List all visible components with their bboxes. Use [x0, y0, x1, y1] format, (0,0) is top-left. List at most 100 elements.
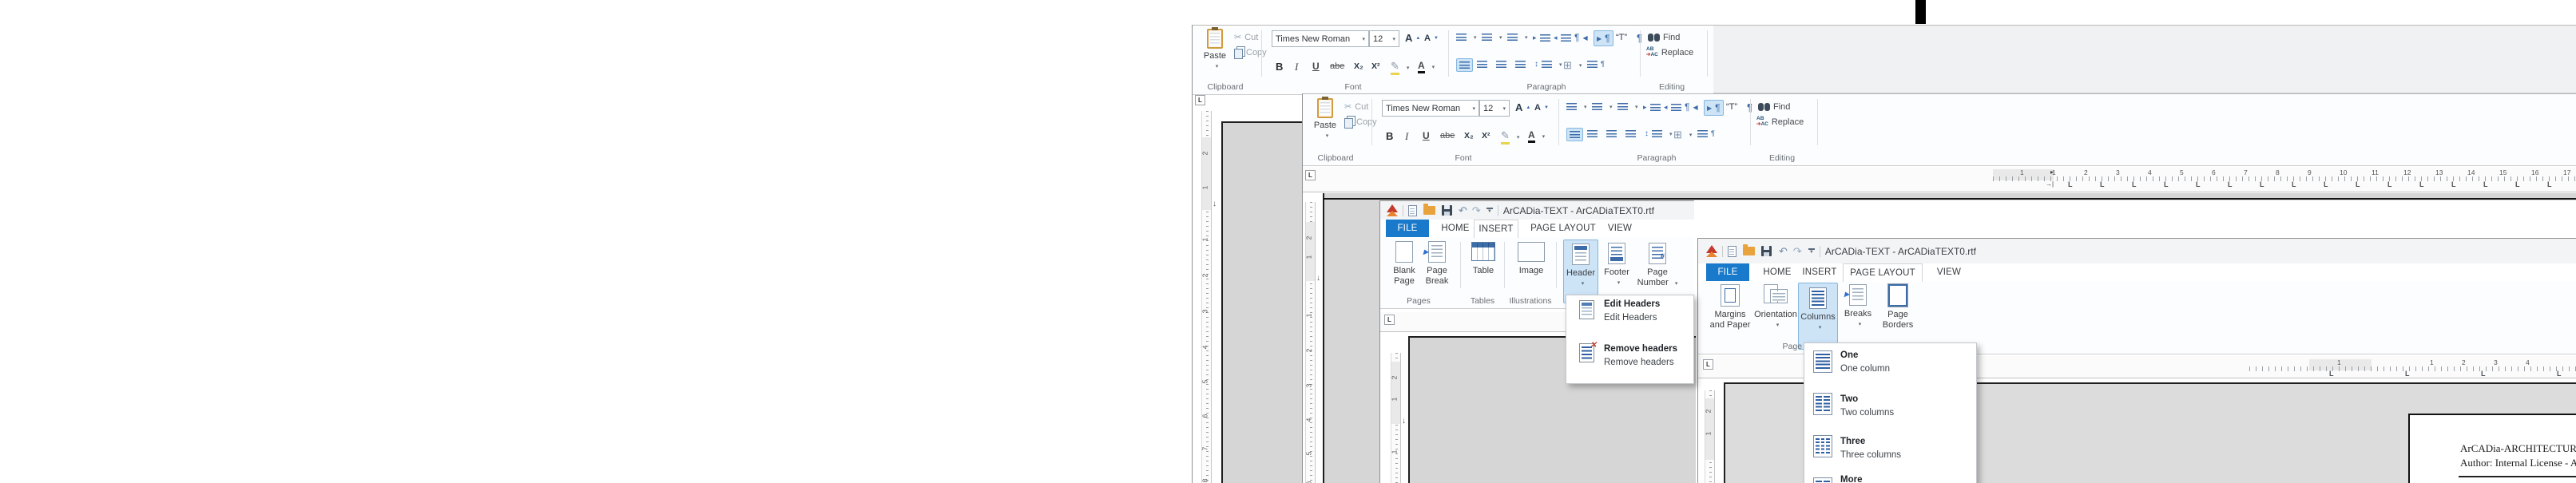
italic-button[interactable]: I: [1295, 61, 1298, 73]
font-color-button[interactable]: A ▾: [1528, 129, 1545, 143]
highlight-pen-button[interactable]: ✎ ▾: [1501, 129, 1519, 145]
replace-button[interactable]: AB➔AC Replace: [1756, 117, 1804, 127]
title-bar[interactable]: ↶ ↷ ▼ ArCADia-TEXT - ArCADiaTEXT0.rtf: [1380, 201, 1694, 220]
page-borders-button[interactable]: Page Borders: [1877, 284, 1919, 331]
vertical-ruler[interactable]: 21123456: [1305, 202, 1316, 483]
paragraph-settings-button[interactable]: ¶: [1587, 60, 1605, 68]
tab-home[interactable]: HOME: [1436, 220, 1475, 237]
document-page[interactable]: ArCADia-ARCHITECTURE Author: Internal Li…: [2408, 414, 2576, 483]
underline-button[interactable]: U: [1423, 130, 1430, 141]
tab-selector-box[interactable]: L: [1195, 95, 1205, 105]
image-button[interactable]: Image: [1511, 242, 1551, 276]
find-button[interactable]: Find: [1648, 33, 1680, 42]
grow-font-button[interactable]: A▲: [1405, 32, 1420, 44]
superscript-button[interactable]: X²: [1482, 131, 1490, 141]
quick-access-dropdown-icon[interactable]: ▼: [1808, 248, 1815, 255]
vertical-ruler[interactable]: 2112345678: [1201, 111, 1212, 483]
indent-marker-icon[interactable]: →|: [2046, 180, 2054, 188]
cut-button[interactable]: ✂ Cut: [1344, 101, 1368, 112]
decrease-indent-button[interactable]: ◂: [1664, 103, 1681, 112]
bullet-list-button[interactable]: ▾: [1456, 34, 1477, 41]
align-center-button[interactable]: [1587, 130, 1598, 137]
blank-page-button[interactable]: Blank Page: [1390, 241, 1419, 287]
justify-button[interactable]: [1515, 61, 1526, 68]
text-quotes-button[interactable]: “T”: [1616, 33, 1627, 42]
strikethrough-button[interactable]: abe: [1440, 131, 1455, 141]
borders-button[interactable]: ⊞▾: [1563, 59, 1582, 72]
font-name-combo[interactable]: Times New Roman ▾: [1382, 100, 1479, 117]
increase-indent-button[interactable]: ▸: [1533, 34, 1550, 42]
redo-icon[interactable]: ↷: [1472, 205, 1481, 216]
save-icon[interactable]: [1761, 246, 1772, 256]
paste-button[interactable]: Paste ▾: [1308, 98, 1343, 160]
menu-item-two-columns[interactable]: Two Two columns: [1804, 386, 1976, 427]
undo-icon[interactable]: ↶: [1779, 246, 1788, 256]
subscript-button[interactable]: X₂: [1354, 61, 1363, 71]
breaks-button[interactable]: ▶ Breaks ▾: [1840, 284, 1875, 330]
columns-button[interactable]: Columns ▾: [1798, 283, 1838, 350]
borders-button[interactable]: ⊞▾: [1673, 129, 1692, 141]
replace-button[interactable]: AB➔AC Replace: [1646, 47, 1693, 57]
underline-button[interactable]: U: [1312, 61, 1320, 72]
tab-selector-box[interactable]: L: [1703, 359, 1713, 370]
font-name-combo[interactable]: Times New Roman ▾: [1272, 30, 1369, 47]
bold-button[interactable]: B: [1386, 130, 1393, 142]
subscript-button[interactable]: X₂: [1464, 131, 1474, 141]
numbered-list-button[interactable]: ▾: [1482, 34, 1502, 41]
shrink-font-button[interactable]: A▼: [1534, 103, 1549, 113]
increase-indent-button[interactable]: ▸: [1643, 103, 1661, 112]
superscript-button[interactable]: X²: [1371, 61, 1380, 71]
table-button[interactable]: Table: [1467, 242, 1500, 276]
tab-file[interactable]: FILE: [1706, 263, 1749, 281]
bullet-list-button[interactable]: ▾: [1566, 103, 1587, 110]
paste-button[interactable]: Paste ▾: [1197, 29, 1232, 89]
italic-button[interactable]: I: [1405, 130, 1408, 143]
vertical-ruler[interactable]: 211: [1391, 353, 1401, 483]
tab-selector-box[interactable]: L: [1384, 315, 1395, 325]
line-spacing-button[interactable]: ↕▾: [1645, 129, 1673, 138]
shrink-font-button[interactable]: A▼: [1424, 34, 1439, 43]
tab-insert[interactable]: INSERT: [1799, 263, 1840, 281]
strikethrough-button[interactable]: abe: [1330, 61, 1344, 71]
highlight-pen-button[interactable]: ✎ ▾: [1391, 60, 1409, 75]
font-size-combo[interactable]: 12 ▾: [1369, 30, 1399, 47]
save-icon[interactable]: [1442, 205, 1452, 216]
align-left-button[interactable]: [1566, 128, 1583, 141]
tab-file[interactable]: FILE: [1386, 220, 1429, 237]
bold-button[interactable]: B: [1276, 61, 1283, 73]
orientation-button[interactable]: Orientation ▾: [1754, 284, 1797, 331]
tab-insert[interactable]: INSERT: [1474, 220, 1518, 238]
rtl-paragraph-button[interactable]: ¶◀: [1574, 32, 1588, 43]
horizontal-ruler[interactable]: L ▸ →| 12345678910111213141516171LLLLLLL…: [1303, 167, 2576, 192]
title-bar[interactable]: ↶ ↷ ▼ ArCADia-TEXT - ArCADiaTEXT0.rtf: [1698, 239, 2576, 263]
page-break-button[interactable]: ▶ Page Break: [1420, 241, 1454, 287]
tab-view[interactable]: VIEW: [1931, 263, 1967, 281]
margins-and-paper-button[interactable]: Margins and Paper: [1708, 284, 1752, 331]
align-right-button[interactable]: [1606, 130, 1617, 137]
multilevel-list-button[interactable]: ▾: [1617, 103, 1638, 110]
paragraph-settings-button[interactable]: ¶: [1697, 129, 1715, 137]
justify-button[interactable]: [1625, 130, 1636, 137]
menu-item-remove-headers[interactable]: ✕ Remove headers Remove headers: [1566, 338, 1693, 382]
decrease-indent-button[interactable]: ◂: [1554, 34, 1571, 42]
menu-item-one-column[interactable]: One One column: [1804, 343, 1976, 385]
menu-item-three-columns[interactable]: Three Three columns: [1804, 428, 1976, 469]
align-left-button[interactable]: [1456, 58, 1473, 72]
align-right-button[interactable]: [1496, 61, 1506, 68]
grow-font-button[interactable]: A▲: [1515, 101, 1530, 113]
cut-button[interactable]: ✂ Cut: [1234, 32, 1258, 42]
font-color-button[interactable]: A ▾: [1418, 60, 1435, 73]
new-document-icon[interactable]: [1728, 246, 1737, 257]
margin-arrow-icon[interactable]: ↓: [1316, 274, 1320, 283]
align-center-button[interactable]: [1477, 61, 1487, 68]
find-button[interactable]: Find: [1758, 102, 1790, 112]
menu-item-more-columns[interactable]: More: [1804, 470, 1976, 483]
undo-icon[interactable]: ↶: [1459, 205, 1467, 216]
margin-arrow-icon[interactable]: ↓: [1213, 200, 1217, 208]
text-quotes-button[interactable]: “T”: [1726, 102, 1737, 112]
quick-access-dropdown-icon[interactable]: ▼: [1486, 208, 1493, 214]
tab-page-layout[interactable]: PAGE LAYOUT: [1530, 220, 1596, 237]
tab-page-layout[interactable]: PAGE LAYOUT: [1843, 263, 1923, 282]
open-folder-icon[interactable]: [1423, 206, 1435, 215]
ltr-paragraph-button[interactable]: ▶¶: [1594, 30, 1613, 46]
